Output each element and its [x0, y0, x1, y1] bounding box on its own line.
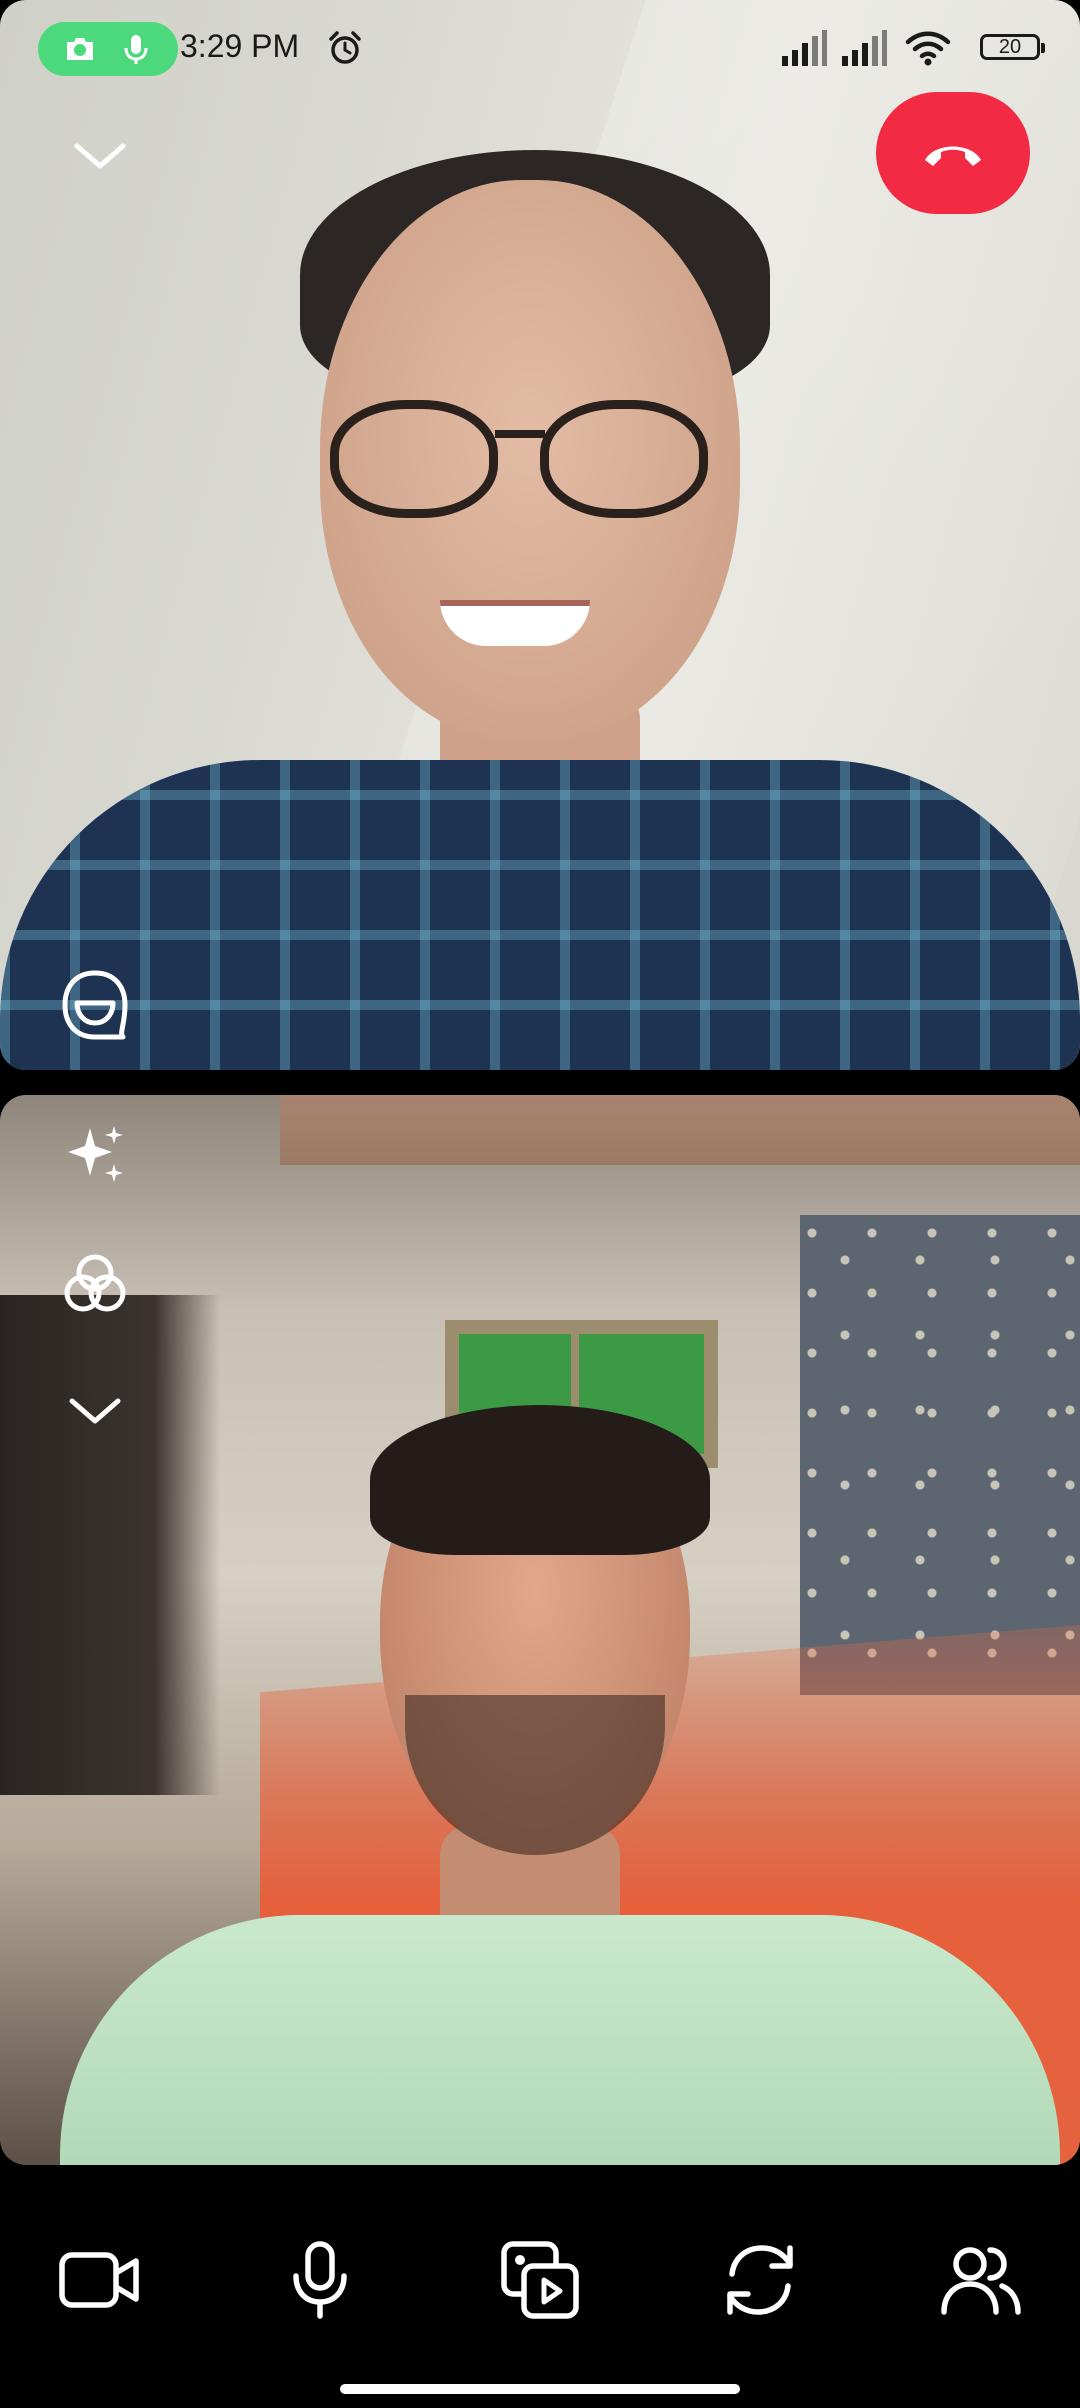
- end-call-icon: [925, 146, 981, 166]
- flip-camera-icon[interactable]: [705, 2225, 815, 2335]
- signal-icon: [782, 30, 827, 66]
- self-participant-shirt: [60, 1915, 1060, 2165]
- remote-participant-smile: [440, 600, 590, 646]
- room-door: [800, 1215, 1080, 1695]
- remote-participant-glasses: [330, 400, 730, 518]
- home-indicator[interactable]: [340, 2384, 740, 2394]
- self-participant-hair: [370, 1405, 710, 1555]
- media-share-icon[interactable]: [485, 2225, 595, 2335]
- status-time: 3:29 PM: [180, 28, 300, 64]
- video-camera-icon[interactable]: [45, 2225, 155, 2335]
- end-call-button[interactable]: [876, 92, 1030, 214]
- status-icons: 20: [780, 28, 1045, 68]
- call-controls-bar: [0, 2165, 1080, 2408]
- alarm-icon: [329, 31, 361, 64]
- hanging-clothes: [0, 1295, 220, 1795]
- wifi-icon: [905, 31, 951, 66]
- self-video-tile[interactable]: [0, 1095, 1080, 2165]
- ceiling-beam: [280, 1095, 1080, 1165]
- remote-participant-shirt: [0, 760, 1080, 1070]
- effects-sparkle-icon[interactable]: [50, 1110, 140, 1200]
- collapse-chevron-icon[interactable]: [60, 125, 140, 185]
- battery-icon: 20: [980, 34, 1045, 60]
- participants-icon[interactable]: [925, 2225, 1035, 2335]
- camera-in-use-icon: [67, 38, 93, 60]
- signal-icon: [842, 30, 887, 66]
- mic-in-use-icon: [124, 35, 148, 64]
- microphone-icon[interactable]: [265, 2225, 375, 2335]
- collapse-chevron-icon[interactable]: [50, 1375, 140, 1445]
- status-bar: 3:29 PM 20: [0, 0, 1080, 100]
- filters-icon[interactable]: [50, 1240, 140, 1330]
- privacy-indicator-pill: [38, 22, 178, 76]
- reactions-icon[interactable]: [50, 960, 140, 1050]
